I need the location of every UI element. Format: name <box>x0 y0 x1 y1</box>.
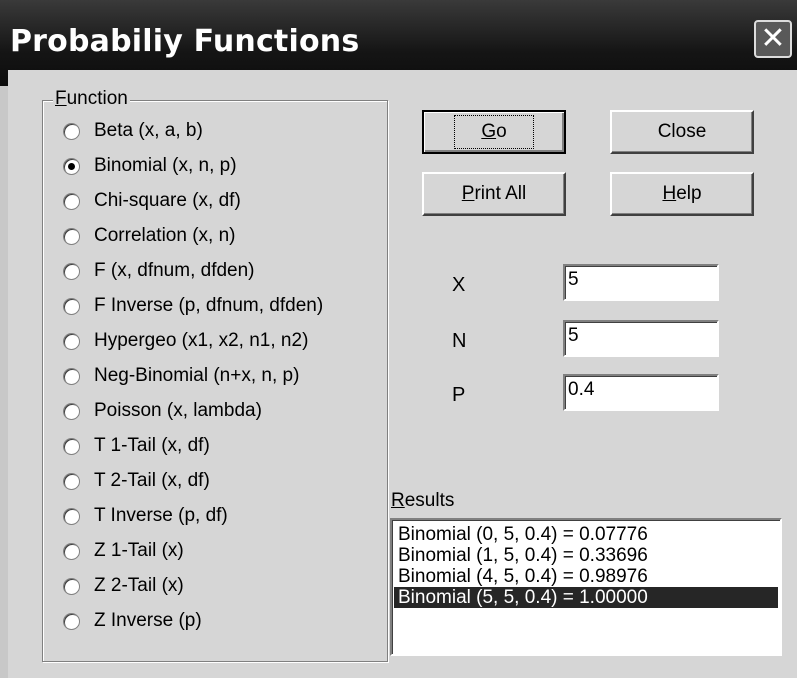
radio-button[interactable] <box>63 472 80 490</box>
radio-t-1-tail[interactable]: T 1-Tail (x, df) <box>63 432 210 460</box>
result-item[interactable]: Binomial (0, 5, 0.4) = 0.07776 <box>394 524 778 545</box>
close-button-label: Close <box>657 121 707 142</box>
radio-neg-binomial[interactable]: Neg-Binomial (n+x, n, p) <box>63 362 299 390</box>
radio-button[interactable] <box>63 332 80 350</box>
results-label: Results <box>391 490 455 511</box>
print-all-button[interactable]: Print All <box>422 172 566 216</box>
radio-button-selected[interactable] <box>63 157 80 175</box>
radio-button[interactable] <box>63 192 80 210</box>
radio-label: T 2-Tail (x, df) <box>94 470 210 491</box>
radio-button[interactable] <box>63 402 80 420</box>
radio-button[interactable] <box>63 297 80 315</box>
probability-functions-dialog: Probabiliy Functions ✕ Function Beta (x,… <box>0 0 797 678</box>
close-window-icon[interactable]: ✕ <box>754 20 792 58</box>
radio-label: Neg-Binomial (n+x, n, p) <box>94 365 300 386</box>
radio-button[interactable] <box>63 577 80 595</box>
radio-label: F (x, dfnum, dfden) <box>94 260 255 281</box>
radio-button[interactable] <box>63 122 80 140</box>
radio-button[interactable] <box>63 262 80 280</box>
radio-button[interactable] <box>63 367 80 385</box>
radio-correlation[interactable]: Correlation (x, n) <box>63 222 236 250</box>
radio-label: T 1-Tail (x, df) <box>94 435 210 456</box>
p-label: P <box>452 384 466 406</box>
radio-button[interactable] <box>63 227 80 245</box>
radio-label: Beta (x, a, b) <box>94 120 203 141</box>
help-button[interactable]: Help <box>610 172 754 216</box>
radio-beta[interactable]: Beta (x, a, b) <box>63 117 203 145</box>
radio-t-inverse[interactable]: T Inverse (p, df) <box>63 502 228 530</box>
radio-z-1-tail[interactable]: Z 1-Tail (x) <box>63 537 184 565</box>
radio-chi-square[interactable]: Chi-square (x, df) <box>63 187 241 215</box>
p-input[interactable]: 0.4 <box>563 374 719 411</box>
window-title: Probabiliy Functions <box>10 24 360 59</box>
radio-z-inverse[interactable]: Z Inverse (p) <box>63 607 202 635</box>
radio-button[interactable] <box>63 612 80 630</box>
result-item[interactable]: Binomial (4, 5, 0.4) = 0.98976 <box>394 566 778 587</box>
radio-z-2-tail[interactable]: Z 2-Tail (x) <box>63 572 184 600</box>
radio-label: T Inverse (p, df) <box>94 505 228 526</box>
n-input[interactable]: 5 <box>563 320 719 357</box>
radio-label: Z Inverse (p) <box>94 610 202 631</box>
radio-label: Correlation (x, n) <box>94 225 236 246</box>
radio-label: Z 1-Tail (x) <box>94 540 184 561</box>
result-item-selected[interactable]: Binomial (5, 5, 0.4) = 1.00000 <box>394 587 778 608</box>
radio-binomial[interactable]: Binomial (x, n, p) <box>63 152 237 180</box>
print-all-button-label: Print All <box>461 183 527 204</box>
result-item[interactable]: Binomial (1, 5, 0.4) = 0.33696 <box>394 545 778 566</box>
radio-t-2-tail[interactable]: T 2-Tail (x, df) <box>63 467 210 495</box>
radio-button[interactable] <box>63 507 80 525</box>
radio-label: Poisson (x, lambda) <box>94 400 262 421</box>
radio-f-inverse[interactable]: F Inverse (p, dfnum, dfden) <box>63 292 323 320</box>
n-label: N <box>452 330 467 352</box>
close-button[interactable]: Close <box>610 110 754 154</box>
radio-f[interactable]: F (x, dfnum, dfden) <box>63 257 255 285</box>
radio-label: Binomial (x, n, p) <box>94 155 237 176</box>
x-input[interactable]: 5 <box>563 264 719 301</box>
help-button-label: Help <box>662 183 702 204</box>
radio-label: F Inverse (p, dfnum, dfden) <box>94 295 324 316</box>
results-listbox[interactable]: Binomial (0, 5, 0.4) = 0.07776 Binomial … <box>390 518 782 656</box>
radio-button[interactable] <box>63 437 80 455</box>
go-button-label: Go <box>454 115 534 149</box>
x-label: X <box>452 274 466 296</box>
radio-label: Chi-square (x, df) <box>94 190 241 211</box>
radio-poisson[interactable]: Poisson (x, lambda) <box>63 397 262 425</box>
function-group-legend: Function <box>53 88 130 110</box>
radio-label: Hypergeo (x1, x2, n1, n2) <box>94 330 309 351</box>
radio-button[interactable] <box>63 542 80 560</box>
radio-hypergeo[interactable]: Hypergeo (x1, x2, n1, n2) <box>63 327 308 355</box>
go-button[interactable]: Go <box>422 110 566 154</box>
radio-label: Z 2-Tail (x) <box>94 575 184 596</box>
